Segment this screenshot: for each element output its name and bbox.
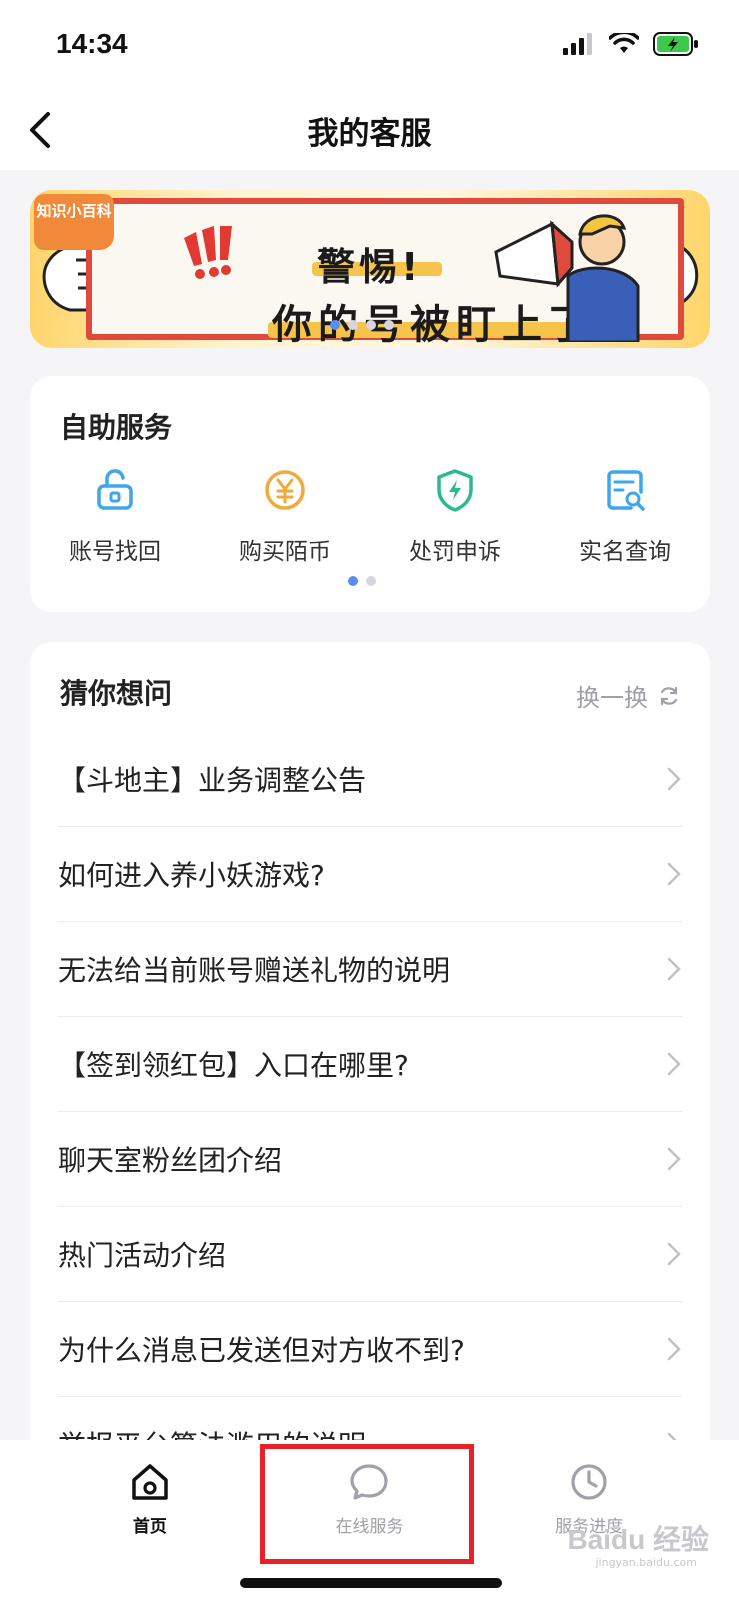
service-label: 账号找回 <box>69 539 161 565</box>
watermark-logo: Baidu 经验 <box>567 1524 709 1555</box>
question-item[interactable]: 聊天室粉丝团介绍 <box>58 1112 682 1207</box>
question-item[interactable]: 【签到领红包】入口在哪里? <box>58 1017 682 1112</box>
question-item[interactable]: 为什么消息已发送但对方收不到? <box>58 1302 682 1397</box>
status-time: 14:34 <box>56 28 128 59</box>
unlock-icon <box>97 469 133 510</box>
question-text: 聊天室粉丝团介绍 <box>58 1144 283 1177</box>
question-text: 为什么消息已发送但对方收不到? <box>58 1334 465 1367</box>
home-icon <box>132 1464 168 1500</box>
banner-tag: 知识小百科 <box>34 194 114 250</box>
status-icons <box>563 32 699 56</box>
question-item[interactable]: 无法给当前账号赠送礼物的说明 <box>58 922 682 1017</box>
shield-icon <box>437 469 473 512</box>
refresh-label: 换一换 <box>576 684 648 712</box>
banner-headline: 警惕! <box>317 245 423 289</box>
question-item[interactable]: 如何进入养小妖游戏? <box>58 827 682 922</box>
banner-dot[interactable] <box>330 320 340 330</box>
question-text: 如何进入养小妖游戏? <box>58 859 325 892</box>
page-title: 我的客服 <box>307 116 432 152</box>
signal-icon <box>563 33 592 55</box>
chevron-right-icon <box>667 1147 681 1171</box>
clock-icon <box>571 1464 607 1500</box>
service-label: 实名查询 <box>579 539 671 565</box>
chevron-right-icon <box>667 862 681 886</box>
banner-dot[interactable] <box>384 320 394 330</box>
chevron-right-icon <box>667 1242 681 1266</box>
tab-label: 首页 <box>132 1517 167 1537</box>
battery-icon <box>653 32 698 56</box>
banner-frame: 警惕! 你的号被盯上了 <box>86 198 684 348</box>
question-text: 无法给当前账号赠送礼物的说明 <box>58 954 451 987</box>
service-penalty-appeal[interactable]: 处罚申诉 <box>370 466 540 566</box>
home-indicator <box>240 1578 502 1588</box>
chevron-right-icon <box>667 1337 681 1361</box>
wifi-icon <box>609 33 639 53</box>
annotation-highlight-box <box>260 1444 474 1564</box>
megaphone-man-illustration <box>494 214 640 342</box>
service-realname-query[interactable]: 实名查询 <box>540 466 710 566</box>
chevron-right-icon <box>667 767 681 791</box>
question-item[interactable]: 【斗地主】业务调整公告 <box>58 732 682 827</box>
question-item[interactable]: 热门活动介绍 <box>58 1207 682 1302</box>
watermark-url: jingyan.baidu.com <box>595 1556 697 1569</box>
refresh-button[interactable]: 换一换 <box>576 678 680 713</box>
pager-dot[interactable] <box>366 576 376 586</box>
banner-dot[interactable] <box>348 320 358 330</box>
guess-title: 猜你想问 <box>60 677 173 710</box>
pager-dot[interactable] <box>348 576 358 586</box>
document-search-icon <box>607 470 645 511</box>
service-account-recovery[interactable]: 账号找回 <box>30 466 200 566</box>
question-text: 热门活动介绍 <box>58 1239 227 1272</box>
service-buy-coins[interactable]: 购买陌币 <box>200 466 370 566</box>
question-text: 【签到领红包】入口在哪里? <box>58 1049 409 1082</box>
self-service-pagination <box>348 576 376 586</box>
question-list: 【斗地主】业务调整公告 如何进入养小妖游戏? 无法给当前账号赠送礼物的说明 【签… <box>58 732 682 1492</box>
nav-bar: 我的客服 <box>0 90 739 170</box>
coin-icon <box>265 470 305 510</box>
exclamation-marks-illustration <box>184 226 232 279</box>
self-service-card: 自助服务 账号找回 购买陌币 处罚申诉 实名查询 <box>30 376 710 612</box>
banner-pagination <box>330 320 394 330</box>
chevron-right-icon <box>667 1052 681 1076</box>
self-service-list: 账号找回 购买陌币 处罚申诉 实名查询 <box>30 466 710 566</box>
question-text: 【斗地主】业务调整公告 <box>58 764 367 797</box>
service-label: 购买陌币 <box>239 539 331 565</box>
self-service-title: 自助服务 <box>60 411 173 444</box>
refresh-icon <box>660 686 678 705</box>
tab-home[interactable]: 首页 <box>70 1460 230 1600</box>
banner-dot[interactable] <box>366 320 376 330</box>
chevron-right-icon <box>667 957 681 981</box>
service-label: 处罚申诉 <box>409 539 501 565</box>
status-bar: 14:34 <box>0 0 739 90</box>
